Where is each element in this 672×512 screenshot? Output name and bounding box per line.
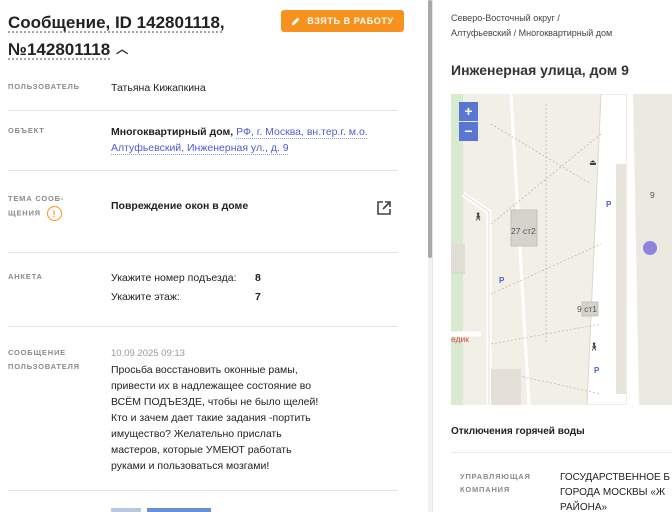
chevron-up-icon[interactable]: ︿ — [116, 36, 128, 62]
warning-icon: ! — [46, 206, 62, 221]
object-type: Многоквартирный дом, — [111, 126, 234, 138]
form-item: Укажите номер подъезда: 8 — [111, 270, 261, 286]
manager-value-line: ГОРОДА МОСКВЫ «Ж — [560, 487, 666, 498]
breadcrumb-line: Алтуфьевский / Многоквартирный дом — [451, 28, 613, 38]
divider — [8, 490, 398, 491]
zoom-in-button[interactable]: + — [459, 102, 478, 121]
building-label: 9 ст1 — [577, 304, 597, 314]
map-label: едик — [451, 334, 469, 344]
message-panel: Сообщение, ID 142801118, №142801118 ︿ ВЗЯ… — [0, 0, 428, 512]
form-row: АНКЕТА Укажите номер подъезда: 8 Укажите… — [8, 270, 398, 308]
user-message-body: 10.09.2025 09:13 Просьба восстановить ок… — [111, 346, 391, 474]
parking-icon: P — [499, 276, 505, 285]
topic-label-line1: ТЕМА СООБ- — [8, 194, 65, 203]
form-item-value: 7 — [255, 291, 261, 303]
building-label: 27 ст2 — [511, 226, 536, 236]
topic-label: ТЕМА СООБ- ЩЕНИЯ! — [8, 192, 64, 221]
breadcrumb-line: Северо-Восточный округ / — [451, 13, 560, 23]
manager-value-line: ГОСУДАРСТВЕННОЕ Б — [560, 472, 670, 483]
form-item: Укажите этаж: 7 — [111, 289, 261, 305]
user-message-line: Просьба восстановить оконные рамы, — [111, 364, 298, 376]
title-line-1: Сообщение, ID 142801118, — [8, 13, 225, 32]
divider — [8, 326, 398, 327]
object-label: ОБЪЕКТ — [8, 126, 45, 135]
divider — [8, 170, 398, 171]
form-item-key: Укажите номер подъезда: — [111, 272, 237, 284]
manager-label-line2: КОМПАНИЯ — [460, 485, 511, 494]
user-value: Татьяна Кижапкина — [111, 82, 206, 94]
zoom-controls: + − — [459, 102, 478, 142]
title-line-2: №142801118 — [8, 40, 111, 59]
form-values: Укажите номер подъезда: 8 Укажите этаж: … — [111, 270, 261, 305]
user-message-line: имущество? Желательно прислать — [111, 428, 282, 440]
form-label: АНКЕТА — [8, 272, 43, 281]
user-message-line: Кто и зачем дает такие задания -портить — [111, 412, 311, 424]
user-message-label: СООБЩЕНИЕ ПОЛЬЗОВАТЕЛЯ — [8, 346, 80, 374]
manager-label-line1: УПРАВЛЯЮЩАЯ — [460, 472, 531, 481]
manager-value: ГОСУДАРСТВЕННОЕ Б ГОРОДА МОСКВЫ «Ж РАЙОН… — [560, 470, 670, 512]
form-item-key: Укажите этаж: — [111, 291, 180, 303]
user-message-date: 10.09.2025 09:13 — [111, 348, 185, 359]
user-message-line: привести их в надлежащее состояние во — [111, 380, 312, 392]
pedestrian-icon: 🚶︎ — [589, 342, 600, 351]
topic-row: ТЕМА СООБ- ЩЕНИЯ! Повреждение окон в дом… — [8, 192, 398, 226]
topic-label-line2: ЩЕНИЯ — [8, 208, 41, 218]
divider — [451, 452, 672, 453]
form-item-value: 8 — [255, 272, 261, 284]
section-title: Отключения горячей воды — [451, 426, 585, 437]
map[interactable]: + − 27 ст2 9 ст1 9 едик P P P ⏏ 🚶︎ 🚶︎ — [451, 94, 672, 405]
user-label: ПОЛЬЗОВАТЕЛЬ — [8, 82, 80, 91]
external-link-icon[interactable] — [376, 200, 392, 216]
user-message-label-line2: ПОЛЬЗОВАТЕЛЯ — [8, 362, 80, 371]
topic-value: Повреждение окон в доме — [111, 200, 249, 212]
divider — [8, 252, 398, 253]
user-row: ПОЛЬЗОВАТЕЛЬ Татьяна Кижапкина — [8, 80, 398, 100]
attachment-thumbnail[interactable] — [111, 508, 141, 512]
breadcrumb: Северо-Восточный округ / Алтуфьевский / … — [451, 11, 671, 41]
attachment-thumbnail[interactable] — [147, 508, 211, 512]
pencil-icon — [292, 17, 300, 25]
parking-icon: P — [606, 200, 612, 209]
pedestrian-icon: 🚶︎ — [473, 212, 484, 221]
user-message-line: руками и пользоваться мозгами! — [111, 460, 270, 472]
user-message-line: мастеров, которые УМЕЮТ работать — [111, 444, 292, 456]
location-panel: Северо-Восточный округ / Алтуфьевский / … — [433, 0, 672, 512]
divider — [8, 110, 398, 111]
object-value: Многоквартирный дом, РФ, г. Москва, вн.т… — [111, 124, 391, 156]
landmark-icon: ⏏ — [589, 158, 597, 167]
user-message-label-line1: СООБЩЕНИЕ — [8, 348, 66, 357]
user-message-row: СООБЩЕНИЕ ПОЛЬЗОВАТЕЛЯ 10.09.2025 09:13 … — [8, 346, 398, 476]
page-title: Сообщение, ID 142801118, №142801118 ︿ — [8, 10, 278, 63]
street-number-label: 9 — [650, 190, 655, 200]
zoom-out-button[interactable]: − — [459, 122, 478, 141]
address-title: Инженерная улица, дом 9 — [451, 62, 629, 78]
location-marker-icon[interactable] — [643, 241, 657, 255]
take-to-work-button[interactable]: ВЗЯТЬ В РАБОТУ — [281, 10, 404, 32]
object-row: ОБЪЕКТ Многоквартирный дом, РФ, г. Москв… — [8, 124, 398, 158]
map-canvas — [451, 94, 672, 405]
user-message-line: ВСЁМ ПОДЪЕЗДЕ, чтобы не было щелей! — [111, 396, 319, 408]
attachment-thumbnails — [111, 508, 211, 512]
take-to-work-label: ВЗЯТЬ В РАБОТУ — [307, 16, 394, 26]
parking-icon: P — [594, 366, 600, 375]
manager-value-line: РАЙОНА» — [560, 502, 608, 512]
manager-label: УПРАВЛЯЮЩАЯ КОМПАНИЯ — [460, 470, 550, 496]
